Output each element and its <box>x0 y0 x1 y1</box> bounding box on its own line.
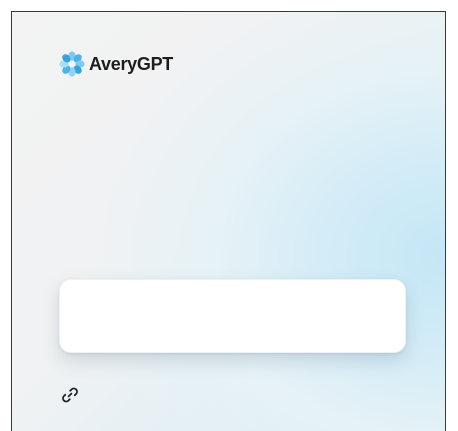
brand-logo: AveryGPT <box>59 51 173 77</box>
prompt-input-card[interactable] <box>59 279 406 353</box>
link-icon[interactable] <box>60 385 80 405</box>
app-window: AveryGPT <box>11 11 446 431</box>
brand-name: AveryGPT <box>89 53 173 74</box>
petal-ring-logo-icon <box>59 51 85 77</box>
